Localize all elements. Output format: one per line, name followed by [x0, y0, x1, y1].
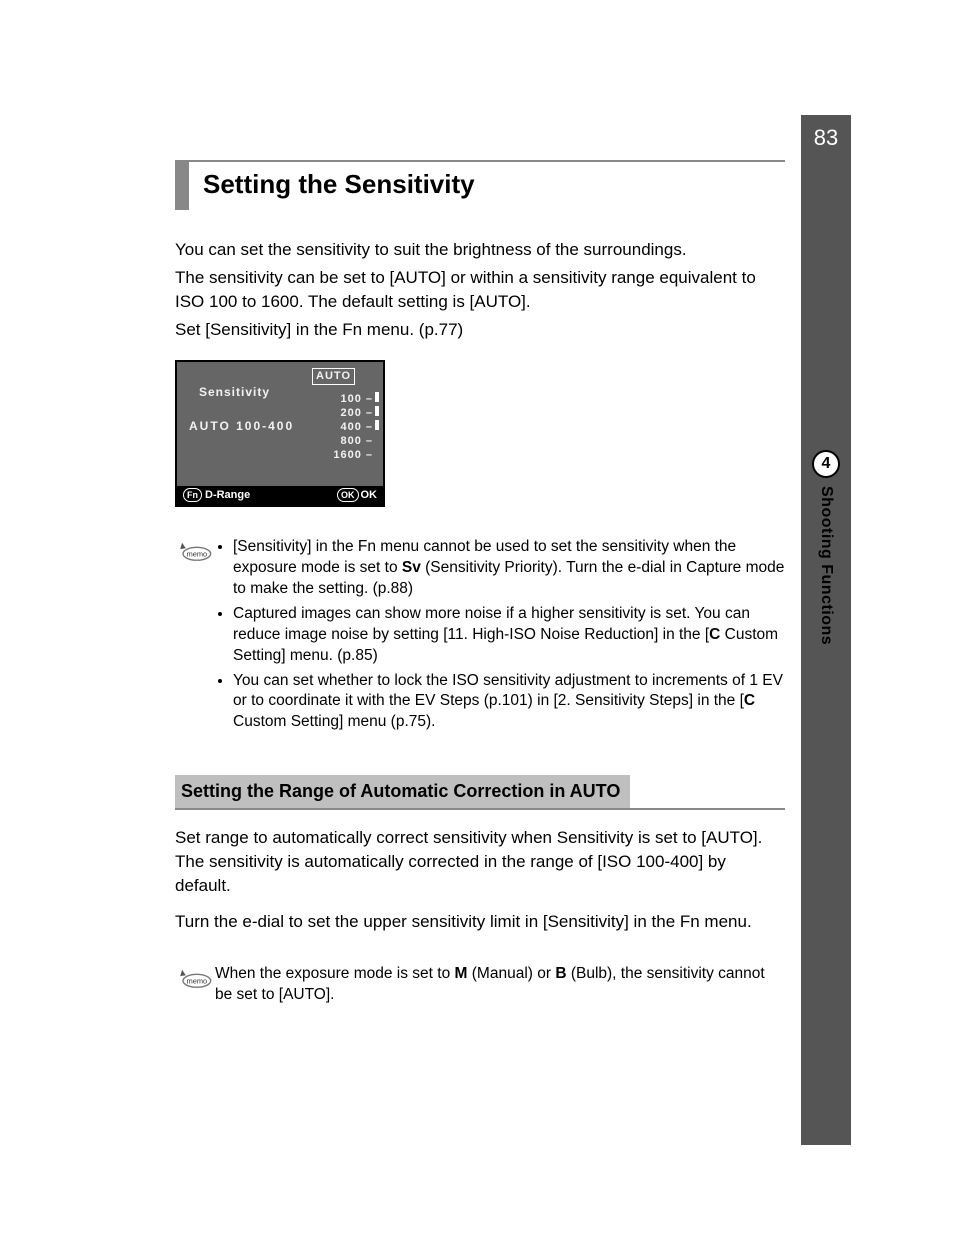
svg-text:memo: memo — [187, 550, 208, 559]
memo-icon: memo — [175, 964, 215, 1006]
intro-paragraph-2: The sensitivity can be set to [AUTO] or … — [175, 266, 785, 314]
sub-paragraph-2: Turn the e-dial to set the upper sensiti… — [175, 910, 785, 934]
memo1-item-1: [Sensitivity] in the Fn menu cannot be u… — [233, 537, 785, 600]
lcd-screenshot: AUTO Sensitivity AUTO 100-400 100 – 200 … — [175, 360, 385, 507]
heading-bar-icon — [175, 162, 189, 210]
lcd-footer: FnD-Range OKOK — [177, 486, 383, 505]
lcd-auto-label: AUTO — [312, 368, 355, 385]
memo-block-1: memo [Sensitivity] in the Fn menu cannot… — [175, 537, 785, 737]
memo1-item-3: You can set whether to lock the ISO sens… — [233, 671, 785, 734]
lcd-scale-200: 200 – — [333, 406, 373, 420]
lcd-scale-400: 400 – — [333, 420, 373, 434]
svg-text:memo: memo — [187, 976, 208, 985]
intro-paragraph-1: You can set the sensitivity to suit the … — [175, 238, 785, 262]
chapter-number-badge: 4 — [812, 450, 840, 478]
fn-badge-icon: Fn — [183, 488, 202, 503]
ok-badge-icon: OK — [337, 488, 359, 503]
lcd-scale: 100 – 200 – 400 – 800 – 1600 – — [333, 392, 373, 462]
memo-icon: memo — [175, 537, 215, 737]
lcd-footer-right: OK — [361, 489, 378, 501]
memo1-item-2: Captured images can show more noise if a… — [233, 604, 785, 667]
lcd-footer-left: D-Range — [205, 489, 250, 501]
intro-paragraph-3: Set [Sensitivity] in the Fn menu. (p.77) — [175, 318, 785, 342]
lcd-title: Sensitivity — [199, 384, 270, 401]
chapter-title: Shooting Functions — [815, 486, 837, 645]
lcd-scale-100: 100 – — [333, 392, 373, 406]
chapter-tab: 4 Shooting Functions — [801, 450, 851, 645]
heading-row: Setting the Sensitivity — [175, 160, 785, 210]
side-tab: 83 4 Shooting Functions — [801, 115, 851, 1145]
page-heading: Setting the Sensitivity — [203, 162, 475, 210]
subheading: Setting the Range of Automatic Correctio… — [175, 775, 630, 808]
sub-paragraph-1: Set range to automatically correct sensi… — [175, 826, 785, 897]
memo-block-2: memo When the exposure mode is set to M … — [175, 964, 785, 1006]
lcd-scale-1600: 1600 – — [333, 448, 373, 462]
page-content: Setting the Sensitivity You can set the … — [175, 160, 785, 1005]
lcd-auto-range: AUTO 100-400 — [189, 418, 294, 435]
lcd-indicator-icon — [375, 392, 379, 434]
subheading-row: Setting the Range of Automatic Correctio… — [175, 775, 785, 810]
lcd-scale-800: 800 – — [333, 434, 373, 448]
memo2-text: When the exposure mode is set to M (Manu… — [215, 964, 785, 1006]
page-number: 83 — [801, 123, 851, 154]
